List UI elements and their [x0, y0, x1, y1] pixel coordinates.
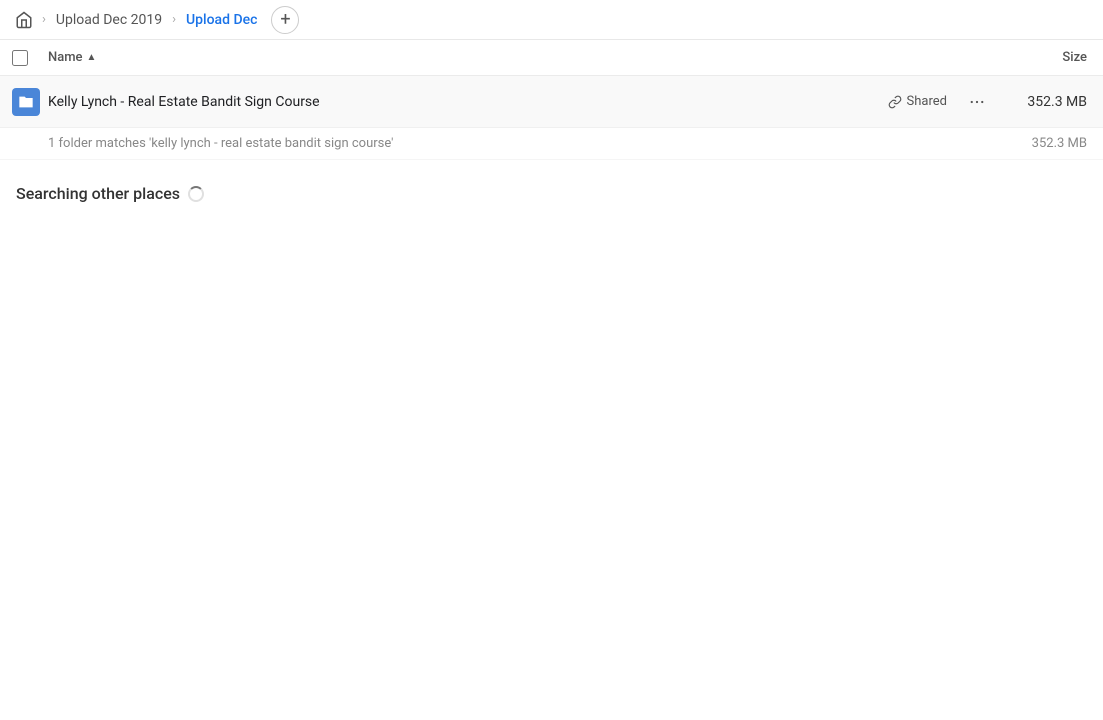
file-actions: Shared 352.3 MB — [888, 88, 1087, 116]
searching-title: Searching other places — [16, 184, 1087, 203]
name-column-header[interactable]: Name ▲ — [48, 50, 987, 65]
shared-badge: Shared — [888, 94, 947, 109]
select-all-checkbox[interactable] — [12, 50, 28, 66]
link-icon — [888, 95, 902, 109]
breadcrumb-item-1[interactable]: Upload Dec 2019 — [52, 10, 166, 30]
sort-arrow-icon: ▲ — [87, 52, 97, 63]
home-button[interactable] — [12, 8, 36, 32]
size-column-header[interactable]: Size — [987, 50, 1087, 65]
match-info-text: 1 folder matches 'kelly lynch - real est… — [48, 136, 393, 151]
match-info-row: 352.3 MB 1 folder matches 'kelly lynch -… — [0, 128, 1103, 160]
match-info-size: 352.3 MB — [1032, 136, 1087, 151]
breadcrumb-separator-2: › — [172, 12, 176, 27]
folder-icon — [12, 88, 40, 116]
column-headers: Name ▲ Size — [0, 40, 1103, 76]
file-size: 352.3 MB — [1007, 94, 1087, 110]
breadcrumb-separator-1: › — [42, 12, 46, 27]
shared-label: Shared — [907, 94, 947, 109]
searching-title-text: Searching other places — [16, 184, 180, 203]
searching-section: Searching other places — [0, 160, 1103, 211]
file-row: Kelly Lynch - Real Estate Bandit Sign Co… — [0, 76, 1103, 128]
loading-spinner — [188, 186, 204, 202]
add-button[interactable]: + — [271, 6, 299, 34]
file-icon-wrap — [12, 88, 48, 116]
select-all-checkbox-wrap[interactable] — [12, 50, 48, 66]
more-options-button[interactable] — [963, 88, 991, 116]
breadcrumb-item-2[interactable]: Upload Dec — [182, 10, 261, 30]
breadcrumb-bar: › Upload Dec 2019 › Upload Dec + — [0, 0, 1103, 40]
more-icon — [968, 93, 986, 111]
file-name[interactable]: Kelly Lynch - Real Estate Bandit Sign Co… — [48, 94, 888, 110]
name-column-label: Name — [48, 50, 83, 65]
